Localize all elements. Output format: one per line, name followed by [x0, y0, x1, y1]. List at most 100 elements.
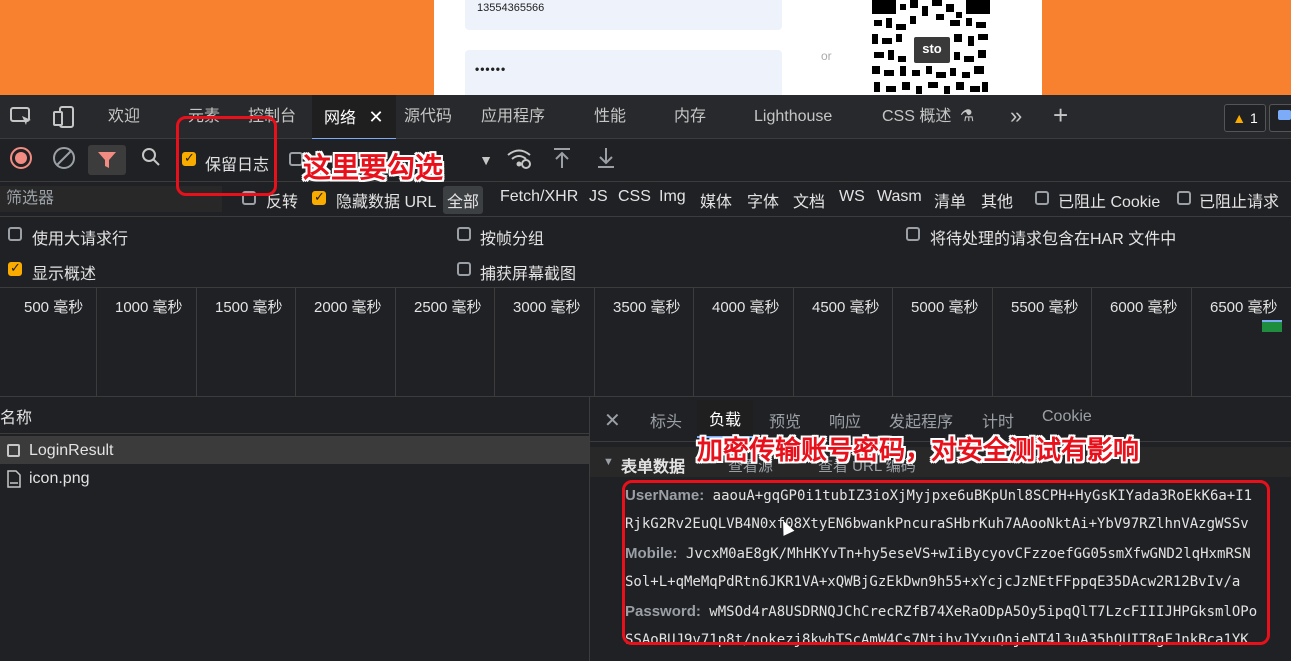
- tab-css-overview-label: CSS 概述: [882, 108, 952, 125]
- clear-button[interactable]: [50, 146, 78, 174]
- show-overview-checkbox[interactable]: [8, 260, 22, 276]
- import-har-button[interactable]: [548, 146, 576, 174]
- clear-icon: [53, 147, 75, 169]
- timeline-tick-label: 6000 毫秒: [1110, 299, 1178, 316]
- download-icon: [598, 148, 614, 168]
- message-icon: [1278, 110, 1291, 120]
- warnings-badge[interactable]: ▲ 1: [1224, 104, 1266, 132]
- filter-type-font[interactable]: 字体: [747, 188, 779, 212]
- blocked-requests-checkbox[interactable]: [1177, 191, 1191, 205]
- request-checkbox-icon: [7, 444, 20, 457]
- tab-network[interactable]: 网络 ✕: [312, 95, 396, 140]
- close-details-icon[interactable]: ✕: [604, 408, 621, 433]
- disable-cache-checkbox[interactable]: [289, 152, 303, 166]
- wifi-settings-icon: [507, 149, 531, 169]
- timeline-tick-label: 2000 毫秒: [314, 299, 382, 316]
- timeline-gridline: [395, 288, 396, 396]
- filter-type-img[interactable]: Img: [659, 188, 686, 206]
- timeline-tick-label: 1500 毫秒: [215, 299, 283, 316]
- details-tab-initiator[interactable]: 发起程序: [889, 408, 953, 432]
- har-pending-checkbox[interactable]: [906, 227, 920, 241]
- blocked-cookies-label: 已阻止 Cookie: [1058, 194, 1161, 211]
- filter-type-ws[interactable]: WS: [839, 188, 865, 206]
- details-tab-timing[interactable]: 计时: [982, 408, 1014, 432]
- more-tabs-icon[interactable]: »: [1010, 103, 1022, 129]
- annotation-box-preserve-log: [176, 116, 277, 196]
- inspect-element-icon[interactable]: [9, 105, 33, 132]
- add-tab-icon[interactable]: +: [1053, 100, 1068, 131]
- network-conditions-button[interactable]: [505, 146, 533, 174]
- tab-application[interactable]: 应用程序: [481, 95, 545, 138]
- file-icon: [7, 470, 21, 493]
- header-divider: [0, 433, 589, 434]
- large-rows-checkbox[interactable]: [8, 227, 22, 241]
- filter-type-media[interactable]: 媒体: [700, 188, 732, 212]
- filter-type-doc[interactable]: 文档: [793, 188, 825, 212]
- annotation-check-note: 这里要勾选: [303, 152, 444, 183]
- request-row-icon-png[interactable]: icon.png: [0, 465, 589, 493]
- record-icon: [10, 147, 32, 169]
- details-tab-response[interactable]: 响应: [829, 408, 861, 432]
- details-tab-preview[interactable]: 预览: [769, 408, 801, 432]
- timeline-gridline: [1091, 288, 1092, 396]
- timeline-tick-label: 3000 毫秒: [513, 299, 581, 316]
- tab-sources[interactable]: 源代码: [404, 95, 452, 138]
- expand-triangle-icon[interactable]: ▼: [603, 456, 614, 468]
- filter-type-css[interactable]: CSS: [618, 188, 651, 206]
- filter-type-js[interactable]: JS: [589, 188, 608, 206]
- filter-type-all[interactable]: 全部: [443, 186, 484, 214]
- filter-type-wasm[interactable]: Wasm: [877, 188, 922, 206]
- form-data-title: 表单数据: [621, 459, 686, 476]
- timeline-tick-label: 2500 毫秒: [414, 299, 482, 316]
- stop-recording-button[interactable]: [7, 146, 35, 174]
- tab-network-label: 网络: [324, 110, 357, 127]
- details-tab-headers[interactable]: 标头: [650, 408, 682, 432]
- tab-memory[interactable]: 内存: [674, 95, 706, 138]
- tab-performance[interactable]: 性能: [594, 95, 626, 138]
- tab-lighthouse[interactable]: Lighthouse: [754, 95, 832, 138]
- blocked-cookies-checkbox[interactable]: [1035, 191, 1049, 205]
- group-by-frame-label: 按帧分组: [480, 231, 545, 248]
- details-tab-cookies[interactable]: Cookie: [1042, 408, 1092, 426]
- timeline-tick-label: 500 毫秒: [24, 299, 84, 316]
- filter-type-fetch-xhr[interactable]: Fetch/XHR: [500, 188, 578, 206]
- request-row-login-result[interactable]: LoginResult: [0, 436, 589, 464]
- warning-count: 1: [1249, 110, 1258, 126]
- hide-data-url-checkbox[interactable]: [312, 189, 326, 205]
- timeline-gridline: [1191, 288, 1192, 396]
- phone-value: 13554365566: [477, 2, 545, 14]
- device-toolbar-icon[interactable]: [52, 105, 76, 134]
- tab-css-overview[interactable]: CSS 概述 ⚗: [882, 95, 974, 138]
- timeline-tick-label: 4000 毫秒: [712, 299, 780, 316]
- close-tab-icon[interactable]: ✕: [368, 107, 383, 127]
- hide-data-url-label: 隐藏数据 URL: [336, 194, 437, 211]
- name-column-header[interactable]: 名称: [0, 404, 32, 428]
- filter-type-manifest[interactable]: 清单: [934, 188, 966, 212]
- timeline-gridline: [793, 288, 794, 396]
- group-by-frame-checkbox[interactable]: [457, 227, 471, 241]
- timeline-gridline: [295, 288, 296, 396]
- annotation-box-form-data: [622, 480, 1270, 645]
- export-har-button[interactable]: [592, 146, 620, 174]
- timeline-gridline: [892, 288, 893, 396]
- password-field[interactable]: [465, 50, 782, 100]
- timeline-tick-label: 5000 毫秒: [911, 299, 979, 316]
- timeline-gridline: [693, 288, 694, 396]
- timeline-tick-label: 5500 毫秒: [1011, 299, 1079, 316]
- password-mask: ••••••: [475, 62, 507, 76]
- search-button[interactable]: [137, 146, 165, 174]
- experiment-flask-icon: ⚗: [959, 108, 975, 125]
- capture-screenshots-checkbox[interactable]: [457, 262, 471, 276]
- timeline-tick-label: 4500 毫秒: [812, 299, 880, 316]
- filter-type-other[interactable]: 其他: [981, 188, 1013, 212]
- timeline-gridline: [594, 288, 595, 396]
- throttling-dropdown-icon[interactable]: ▼: [472, 146, 500, 174]
- timeline-gridline: [494, 288, 495, 396]
- timeline-gridline: [96, 288, 97, 396]
- upload-icon: [554, 148, 570, 168]
- warning-icon: ▲: [1232, 110, 1247, 126]
- tab-welcome[interactable]: 欢迎: [108, 95, 140, 138]
- messages-badge[interactable]: [1269, 104, 1291, 132]
- large-rows-label: 使用大请求行: [32, 231, 129, 248]
- filter-toggle-button[interactable]: [88, 145, 126, 175]
